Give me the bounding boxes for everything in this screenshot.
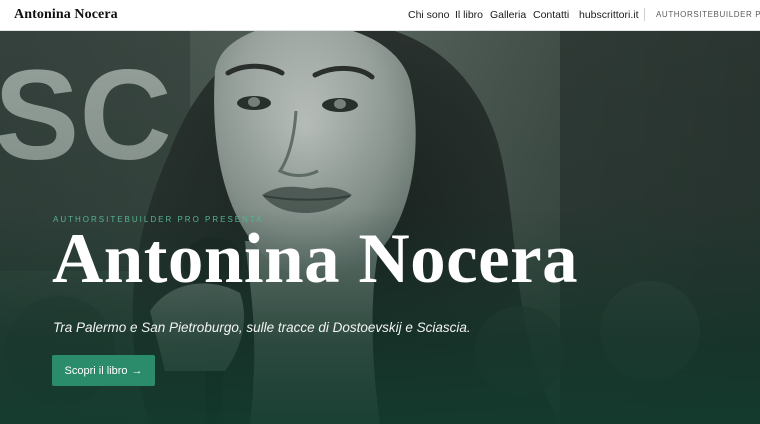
hero-tagline: Tra Palermo e San Pietroburgo, sulle tra…	[53, 320, 471, 335]
pro-label[interactable]: AUTHORSITEBUILDER PRO	[656, 10, 760, 19]
nav-link-il-libro[interactable]: Il libro	[455, 9, 483, 21]
nav-divider	[644, 8, 645, 21]
nav-link-contatti[interactable]: Contatti	[533, 9, 569, 21]
discover-book-button[interactable]: Scopri il libro →	[52, 355, 155, 386]
nav-link-chi-sono[interactable]: Chi sono	[408, 9, 449, 21]
cta-label: Scopri il libro	[64, 364, 128, 377]
nav-link-galleria[interactable]: Galleria	[490, 9, 526, 21]
hero-section: SC AUTHORSITEBUILDER PRO PRESENTA Antoni…	[0, 31, 760, 424]
top-navigation-bar: Antonina Nocera Chi sono Il libro Galler…	[0, 0, 760, 31]
arrow-right-icon: →	[131, 364, 143, 377]
nav-link-hubscrittori[interactable]: hubscrittori.it	[579, 9, 639, 21]
hero-title: Antonina Nocera	[52, 220, 579, 298]
main-nav: Chi sono Il libro Galleria Contatti hubs…	[0, 8, 760, 23]
